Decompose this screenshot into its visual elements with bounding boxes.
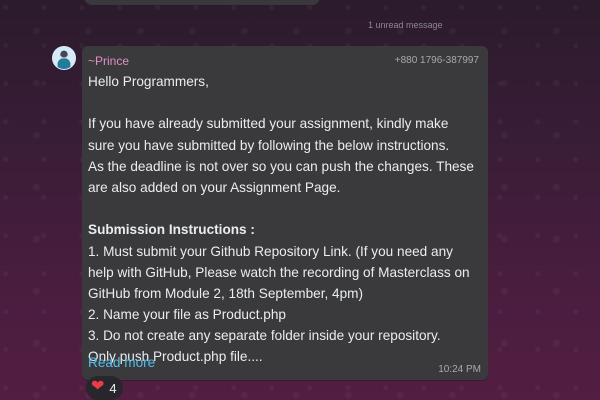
- message-line: 2. Name your file as Product.php: [88, 307, 286, 323]
- message-bubble: ~Prince +880 1796-387997 Hello Programme…: [82, 46, 488, 380]
- heart-icon: ❤: [91, 378, 105, 395]
- message-line: 3. Do not create any separate folder ins…: [88, 328, 441, 344]
- message-line: As the deadline is not over so you can p…: [88, 158, 474, 174]
- message-line: GitHub from Module 2, 18th September, 4p…: [88, 285, 364, 301]
- message-timestamp: 10:24 PM: [438, 364, 481, 375]
- reaction-count: 4: [109, 380, 117, 396]
- incoming-message: ~Prince +880 1796-387997 Hello Programme…: [52, 46, 488, 382]
- previous-message-bubble-fragment: [84, 0, 320, 5]
- message-line: If you have already submitted your assig…: [88, 116, 449, 132]
- message-line: sure you have submitted by following the…: [88, 137, 450, 153]
- person-avatar-icon: [53, 47, 75, 69]
- message-line: are also added on your Assignment Page.: [88, 179, 341, 195]
- read-more-link[interactable]: Read more: [88, 352, 155, 373]
- sender-phone-number: +880 1796-387997: [394, 55, 479, 66]
- unread-message-label: 1 unread message: [368, 20, 443, 30]
- message-line: help with GitHub, Please watch the recor…: [88, 264, 470, 280]
- sender-avatar[interactable]: [52, 46, 76, 70]
- message-line: 1. Must submit your Github Repository Li…: [88, 243, 453, 259]
- submission-instructions-heading: Submission Instructions :: [88, 222, 255, 238]
- sender-name[interactable]: ~Prince: [88, 54, 129, 68]
- heart-reaction-button[interactable]: ❤ 4: [86, 376, 123, 400]
- unread-divider: 1 unread message: [0, 16, 600, 36]
- message-text: Hello Programmers, If you have already s…: [88, 71, 484, 368]
- message-line: Hello Programmers,: [88, 74, 209, 89]
